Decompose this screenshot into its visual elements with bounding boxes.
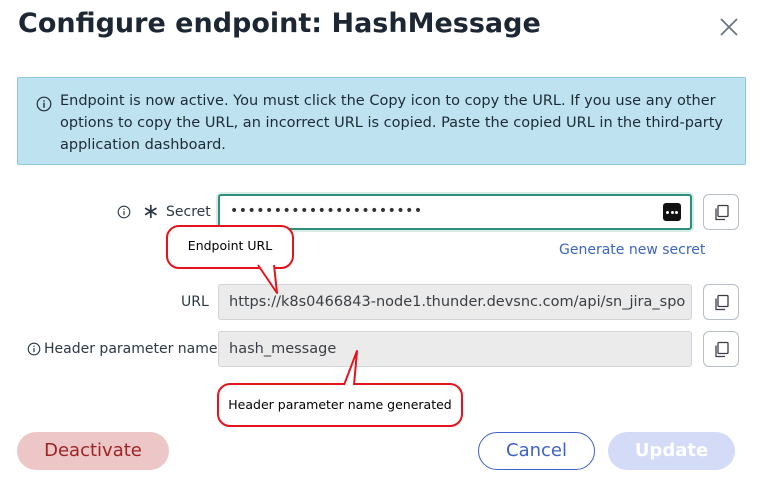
header-param-callout: Header parameter name generated xyxy=(217,383,463,427)
copy-icon xyxy=(715,341,729,358)
generate-new-secret-link[interactable]: Generate new secret xyxy=(559,242,705,258)
copy-url-button[interactable] xyxy=(703,284,739,320)
info-icon xyxy=(36,96,52,112)
copy-header-param-button[interactable] xyxy=(703,331,739,367)
copy-icon xyxy=(715,204,729,221)
reveal-password-icon[interactable] xyxy=(663,203,681,221)
endpoint-url-callout: Endpoint URL xyxy=(166,225,294,269)
secret-info-icon[interactable] xyxy=(117,205,131,219)
dialog-title: Configure endpoint: HashMessage xyxy=(18,8,541,39)
endpoint-url-callout-pointer xyxy=(257,264,278,294)
secret-value: •••••••••••••••••••••• xyxy=(230,203,423,219)
info-banner-text: Endpoint is now active. You must click t… xyxy=(60,93,724,153)
copy-icon xyxy=(715,294,729,311)
secret-input[interactable]: •••••••••••••••••••••• xyxy=(218,194,692,230)
close-icon xyxy=(720,18,738,36)
info-banner: Endpoint is now active. You must click t… xyxy=(17,77,746,165)
secret-label: Secret xyxy=(166,204,211,220)
close-button[interactable] xyxy=(716,14,742,40)
header-param-label: Header parameter name xyxy=(44,341,218,357)
copy-secret-button[interactable] xyxy=(703,194,739,230)
url-label: URL xyxy=(181,294,209,310)
update-button[interactable]: Update xyxy=(608,432,735,470)
header-param-callout-pointer xyxy=(343,350,358,386)
deactivate-button[interactable]: Deactivate xyxy=(17,432,169,470)
header-param-info-icon[interactable] xyxy=(27,342,41,356)
header-param-field[interactable]: hash_message xyxy=(218,331,692,367)
required-asterisk-icon: ∗ xyxy=(142,199,160,223)
cancel-button[interactable]: Cancel xyxy=(478,432,595,470)
